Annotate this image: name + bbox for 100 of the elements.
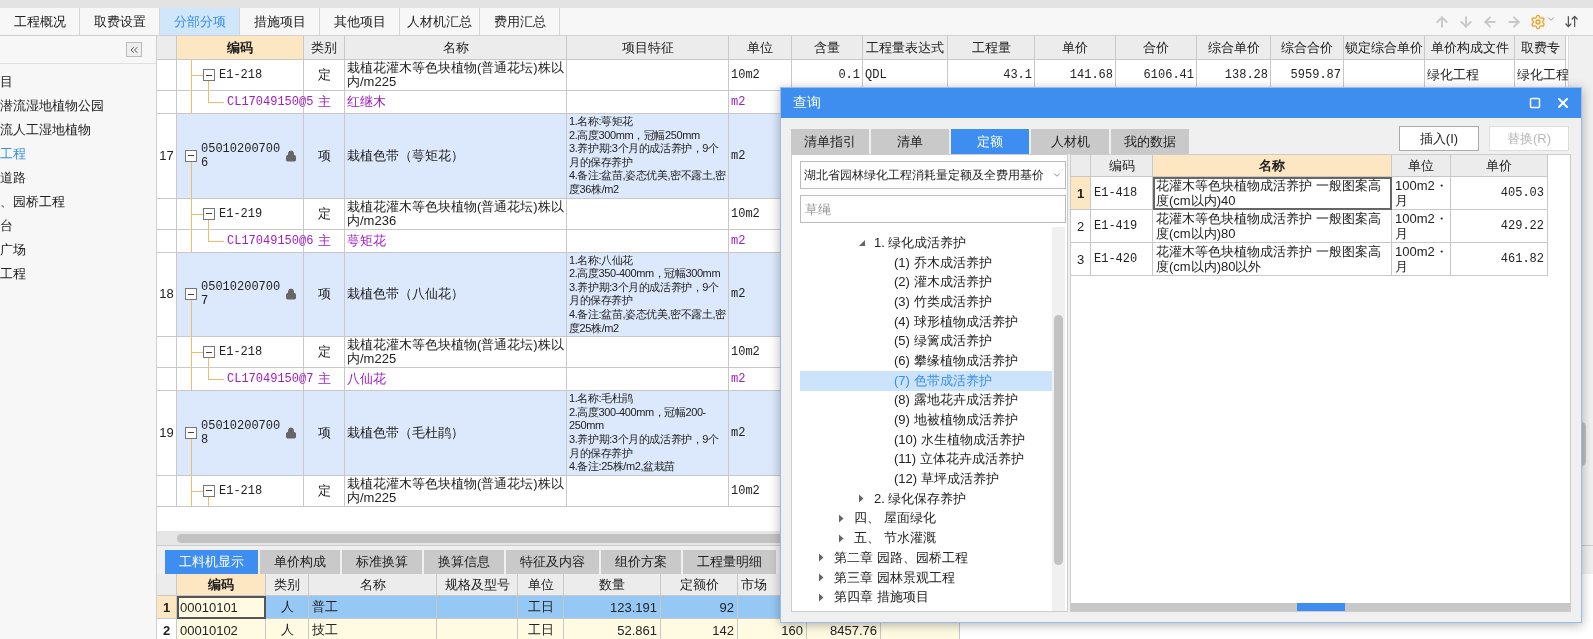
collapse-icon[interactable]: [203, 484, 215, 497]
collapse-sidebar-button[interactable]: [126, 42, 142, 57]
tree-item[interactable]: (4) 球形植物成活养护: [800, 311, 1052, 332]
column-header[interactable]: 类别: [304, 36, 345, 60]
panel-tab[interactable]: 标准换算: [342, 550, 422, 574]
column-header[interactable]: 编码: [177, 36, 304, 60]
sort-icon[interactable]: [1564, 14, 1579, 29]
code-cell: 00010101: [177, 596, 266, 619]
tree-item[interactable]: 四、 屋面绿化: [800, 508, 1052, 529]
tree-item[interactable]: 第二章 园路、园桥工程: [800, 548, 1052, 568]
name-cell: 花灌木等色块植物成活养护 一般图案高度(cm以内)40: [1153, 177, 1392, 210]
column-header[interactable]: 工程量: [948, 36, 1035, 60]
tree-item[interactable]: (1) 乔木成活养护: [800, 252, 1052, 273]
column-header[interactable]: 含量: [792, 36, 863, 60]
panel-tab[interactable]: 单价构成: [260, 550, 340, 574]
insert-button[interactable]: 插入(I): [1399, 126, 1479, 151]
collapse-icon[interactable]: [203, 207, 215, 220]
tree-item[interactable]: (9) 地被植物成活养护: [800, 410, 1052, 430]
expand-arrow-icon[interactable]: [818, 592, 824, 602]
column-header[interactable]: 单位: [1392, 155, 1451, 177]
collapse-arrow-icon[interactable]: [858, 238, 866, 247]
column-header[interactable]: 编码: [1091, 155, 1153, 177]
sidebar-item[interactable]: 、园桥工程: [0, 190, 156, 214]
collapse-icon[interactable]: [203, 346, 215, 359]
column-header[interactable]: 综合单价: [1197, 36, 1271, 60]
column-header[interactable]: 规格及型号: [437, 574, 518, 596]
column-header[interactable]: 名称: [345, 36, 567, 60]
quantity-cell: 52.861: [564, 619, 661, 639]
code-cell: E1-419: [1091, 210, 1153, 243]
feature-text: 3.养护期:3个月的成活养护，9个月的保存养护: [569, 280, 720, 308]
code-text: E1-218: [219, 68, 264, 82]
code-cell: 00010102: [177, 619, 266, 639]
panel-tab[interactable]: 组价方案: [601, 550, 681, 574]
tree-item[interactable]: (8) 露地花卉成活养护: [800, 390, 1052, 411]
expand-arrow-icon[interactable]: [838, 513, 844, 523]
expand-arrow-icon[interactable]: [818, 553, 824, 563]
column-header[interactable]: 单价: [1451, 155, 1548, 177]
column-header[interactable]: 工程量表达式: [863, 36, 948, 60]
column-header[interactable]: 名称: [309, 574, 437, 596]
library-dropdown[interactable]: 湖北省园林绿化工程消耗量定额及全费用基价: [800, 161, 1066, 189]
row-number: 1: [1071, 177, 1091, 210]
tree-item[interactable]: (11) 立体花卉成活养护: [800, 449, 1052, 470]
column-header[interactable]: 锁定综合单价: [1344, 36, 1425, 60]
tree-item[interactable]: (5) 绿篱成活养护: [800, 331, 1052, 352]
feature-text: 3.养护期:3个月的成活养护，9个月的保存养护: [569, 142, 720, 169]
collapse-icon[interactable]: [203, 69, 215, 81]
dialog-tab[interactable]: 我的数据: [1111, 129, 1189, 154]
tree-label: (9) 地被植物成活养护: [894, 411, 1018, 430]
feature-text: 2.高度300-400mm，冠幅200-250mm: [569, 405, 707, 433]
sidebar-item[interactable]: 目: [0, 70, 156, 94]
tree-label: (4) 球形植物成活养护: [894, 312, 1018, 331]
row-number: 3: [1071, 243, 1091, 276]
expand-arrow-icon[interactable]: [838, 533, 844, 543]
column-header[interactable]: 取费专: [1515, 36, 1566, 60]
dialog-tab[interactable]: 清单: [871, 129, 949, 154]
feature-text: 2.高度350-400mm，冠幅300mm: [569, 267, 722, 281]
panel-tab[interactable]: 工程量明细: [683, 550, 776, 574]
sidebar-item[interactable]: 道路: [0, 166, 156, 190]
column-header[interactable]: 合价: [1116, 36, 1197, 60]
tree-item[interactable]: 1. 绿化成活养护: [800, 233, 1052, 253]
column-header[interactable]: 项目特征: [567, 36, 729, 60]
column-header[interactable]: 单价构成文件: [1425, 36, 1515, 60]
sidebar-item[interactable]: 流人工湿地植物: [0, 118, 156, 142]
tree-label: (10) 水生植物成活养护: [894, 430, 1025, 449]
collapse-icon[interactable]: [185, 288, 197, 301]
dialog-tab[interactable]: 人材机: [1031, 129, 1109, 154]
sidebar-item[interactable]: 工程: [0, 262, 156, 286]
column-header[interactable]: 编码: [177, 574, 266, 596]
search-field[interactable]: 草绳: [800, 195, 1066, 223]
panel-tab[interactable]: 特征及内容: [506, 550, 599, 574]
expand-arrow-icon[interactable]: [818, 573, 824, 583]
column-header[interactable]: 综合合价: [1271, 36, 1344, 60]
sidebar-item[interactable]: 潜流湿地植物公园: [0, 94, 156, 118]
sidebar-item[interactable]: 台: [0, 214, 156, 238]
column-header[interactable]: 定额价: [661, 574, 738, 596]
close-icon[interactable]: [1555, 95, 1571, 111]
column-header[interactable]: 名称: [1153, 155, 1392, 177]
dialog-tab[interactable]: 清单指引: [791, 129, 869, 154]
tree-item[interactable]: (6) 攀缘植物成活养护: [800, 351, 1052, 371]
collapse-icon[interactable]: [185, 149, 197, 162]
scrollbar[interactable]: [1052, 227, 1065, 611]
tree-item[interactable]: (2) 灌木成活养护: [800, 272, 1052, 293]
maximize-icon[interactable]: [1529, 97, 1541, 109]
price-cell: 461.82: [1451, 243, 1548, 276]
tree-item[interactable]: (10) 水生植物成活养护: [800, 429, 1052, 450]
panel-tab[interactable]: 换算信息: [424, 550, 504, 574]
tree-item[interactable]: 2. 绿化保存养护: [800, 488, 1052, 509]
tree-label: (1) 乔木成活养护: [894, 253, 992, 272]
collapse-icon[interactable]: [185, 426, 197, 439]
name-cell: 花灌木等色块植物成活养护 一般图案高度(cm以内)80以外: [1153, 243, 1392, 276]
tree-item[interactable]: (12) 草坪成活养护: [800, 469, 1052, 489]
tree-item[interactable]: (3) 竹类成活养护: [800, 292, 1052, 312]
column-header[interactable]: 单位: [518, 574, 564, 596]
column-header[interactable]: 单价: [1035, 36, 1116, 60]
sidebar-item[interactable]: 广场: [0, 238, 156, 262]
column-header[interactable]: 数量: [564, 574, 661, 596]
column-header[interactable]: 单位: [729, 36, 792, 60]
tree-item[interactable]: 五、 节水灌溉: [800, 528, 1052, 548]
column-header[interactable]: 类别: [266, 574, 309, 596]
expand-arrow-icon[interactable]: [858, 494, 864, 504]
